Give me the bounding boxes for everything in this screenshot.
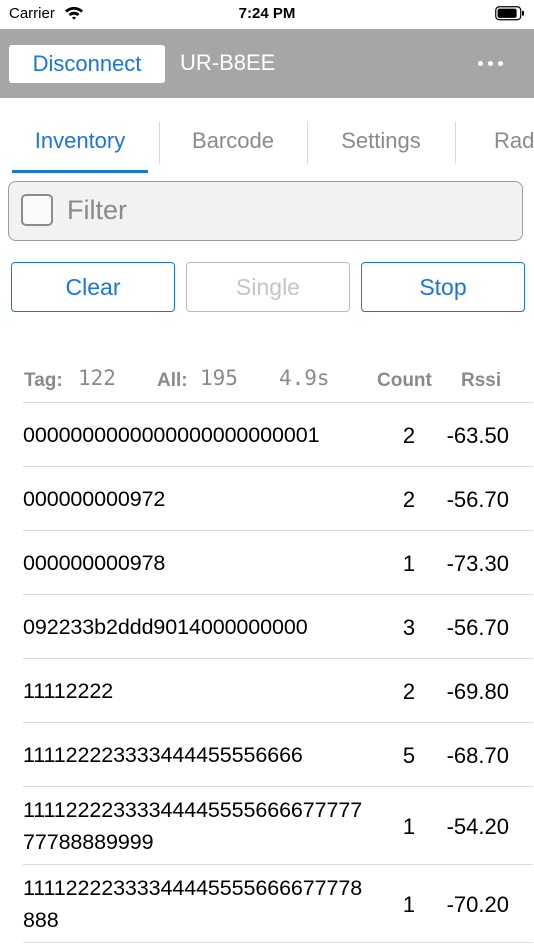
tag-count: 1: [402, 892, 416, 917]
filter-checkbox[interactable]: [21, 194, 53, 226]
tab-divider: [159, 122, 160, 164]
tab-barcode[interactable]: Barcode: [162, 120, 304, 162]
tag-rssi: -54.20: [446, 814, 509, 839]
tag-rssi: -73.30: [446, 551, 509, 576]
tag-rssi: -56.70: [446, 487, 509, 512]
table-row[interactable]: 000000000972 2 -56.70: [23, 466, 533, 530]
table-row[interactable]: 11112222 2 -69.80: [23, 658, 533, 722]
table-row[interactable]: 111122223333444455556666 5 -68.70: [23, 722, 533, 786]
clear-button[interactable]: Clear: [11, 262, 175, 312]
battery-icon: [495, 6, 525, 26]
tag-count: 5: [402, 743, 416, 768]
tag-epc: 11112222: [23, 679, 114, 703]
tab-bar: Inventory Barcode Settings Rad: [0, 98, 534, 176]
tag-epc: 000000000972: [23, 487, 166, 511]
tag-rssi: -69.80: [446, 679, 509, 704]
active-tab-indicator: [12, 170, 148, 173]
tag-epc: 1111222233334444555566667777777788889999: [23, 798, 363, 854]
filter-toggle[interactable]: Filter: [8, 181, 523, 241]
tag-rssi: -70.20: [446, 892, 509, 917]
tab-settings[interactable]: Settings: [310, 120, 452, 162]
all-count-label: All:: [157, 370, 188, 391]
stop-button[interactable]: Stop: [361, 262, 525, 312]
rssi-column-header: Rssi: [461, 370, 502, 391]
tag-epc: 092233b2ddd9014000000000: [23, 615, 308, 639]
tag-count: 2: [402, 679, 416, 704]
tab-radio[interactable]: Rad: [494, 120, 534, 162]
tag-rssi: -68.70: [446, 743, 509, 768]
table-row[interactable]: 0000000000000000000000001 2 -63.50: [23, 402, 533, 466]
tag-count-label: Tag:: [24, 370, 63, 391]
app-header: Disconnect UR-B8EE: [0, 29, 534, 98]
tag-count: 3: [402, 615, 416, 640]
device-name: UR-B8EE: [180, 50, 276, 75]
tag-epc: 11112222333344445555666677778888: [23, 876, 363, 932]
tab-inventory[interactable]: Inventory: [12, 120, 148, 162]
tag-epc: 0000000000000000000000001: [23, 423, 320, 447]
tab-divider: [307, 122, 308, 164]
elapsed-time: 4.9s: [279, 366, 330, 390]
table-row[interactable]: 000000000978 1 -73.30: [23, 530, 533, 594]
tab-divider: [455, 122, 456, 164]
tag-rssi: -56.70: [446, 615, 509, 640]
table-row[interactable]: 1111222233334444555566667777777788889999…: [23, 786, 533, 864]
count-column-header: Count: [377, 370, 432, 391]
tag-count: 1: [402, 814, 416, 839]
tag-count-value: 122: [78, 366, 116, 390]
table-row[interactable]: 11112222333344445555666677778888 1 -70.2…: [23, 864, 533, 943]
clock-label: 7:24 PM: [238, 5, 296, 22]
tag-count: 1: [402, 551, 416, 576]
tag-table: 0000000000000000000000001 2 -63.50 00000…: [23, 402, 533, 943]
disconnect-button[interactable]: Disconnect: [9, 45, 165, 83]
all-count-value: 195: [200, 366, 238, 390]
tag-epc: 111122223333444455556666: [23, 743, 303, 767]
tag-count: 2: [402, 423, 416, 448]
tag-count: 2: [402, 487, 416, 512]
inventory-stats-header: Tag: 122 All: 195 4.9s Count Rssi: [0, 362, 534, 398]
single-button[interactable]: Single: [186, 262, 350, 312]
status-bar: Carrier 7:24 PM: [0, 0, 534, 28]
ellipsis-icon[interactable]: [478, 61, 504, 67]
filter-label: Filter: [67, 195, 127, 225]
tag-rssi: -63.50: [446, 423, 509, 448]
tag-epc: 000000000978: [23, 551, 166, 575]
table-row[interactable]: 092233b2ddd9014000000000 3 -56.70: [23, 594, 533, 658]
